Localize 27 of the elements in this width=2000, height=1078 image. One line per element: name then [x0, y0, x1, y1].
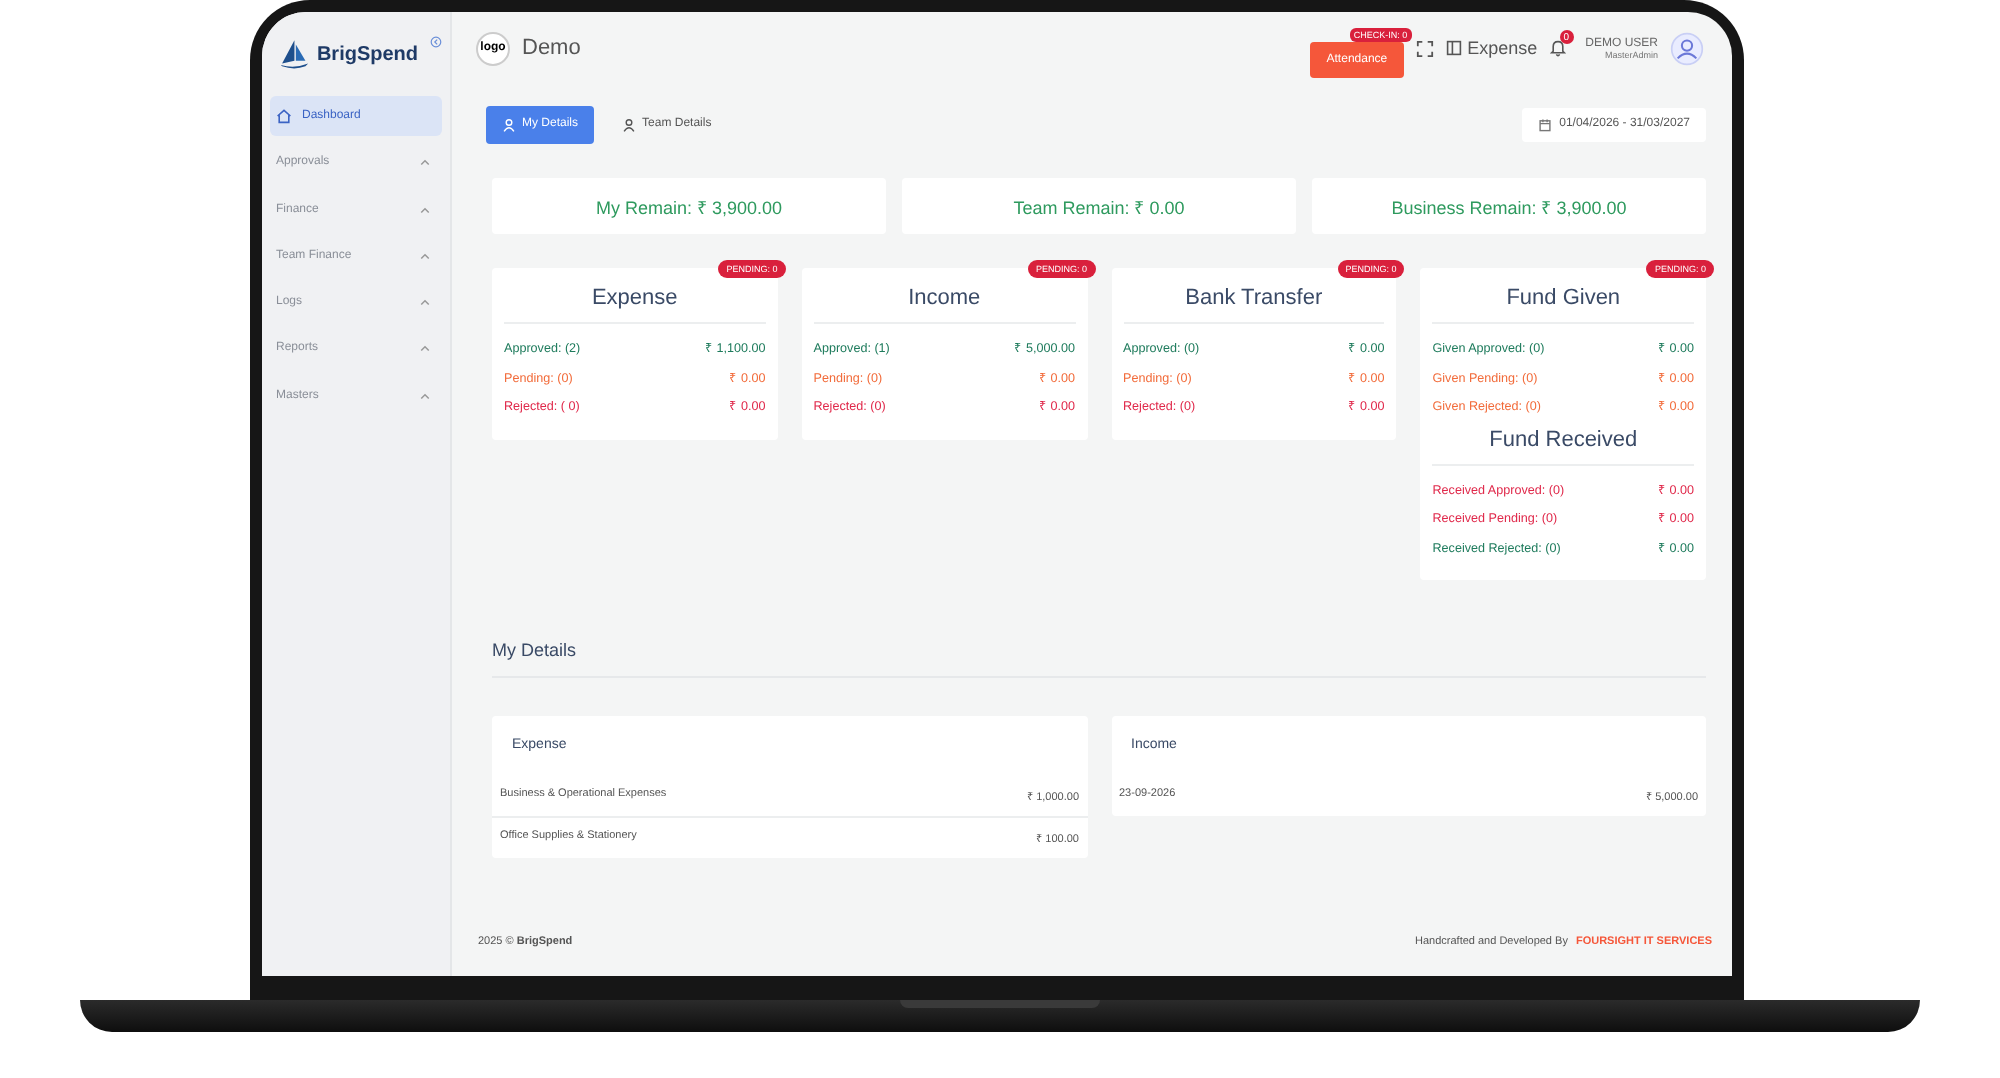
module-label[interactable]: Expense	[1467, 38, 1538, 58]
caret-icon	[420, 391, 430, 400]
bell-icon[interactable]	[1549, 38, 1566, 58]
brand-name: BrigSpend	[316, 43, 419, 65]
caret-icon	[420, 298, 430, 307]
caret-icon	[420, 205, 430, 214]
user-icon	[622, 117, 637, 131]
calendar-icon	[1537, 117, 1552, 131]
caret-icon	[420, 251, 430, 260]
fullscreen-icon[interactable]	[1415, 39, 1434, 57]
card-title: Bank Transfer	[1183, 284, 1325, 314]
remaining-balance: My Remain: ₹ 3,900.00	[492, 178, 886, 234]
avatar-icon[interactable]	[1670, 31, 1704, 65]
remaining-balance: Team Remain: ₹ 0.00	[902, 178, 1296, 234]
caret-icon	[420, 158, 430, 167]
collapse-icon[interactable]	[430, 34, 442, 50]
user-icon	[502, 117, 516, 131]
caret-icon	[420, 344, 430, 353]
remaining-balance: Business Remain: ₹ 3,900.00	[1312, 178, 1706, 234]
card-title: Fund Received	[1487, 425, 1640, 455]
card-title: Income	[906, 284, 983, 314]
card-title: Expense	[589, 284, 680, 314]
section-title: My Details	[492, 640, 579, 660]
card-title: Fund Given	[1504, 284, 1623, 314]
panel-icon[interactable]	[1445, 40, 1462, 56]
org-name: Demo	[522, 36, 581, 60]
home-icon	[276, 108, 292, 124]
